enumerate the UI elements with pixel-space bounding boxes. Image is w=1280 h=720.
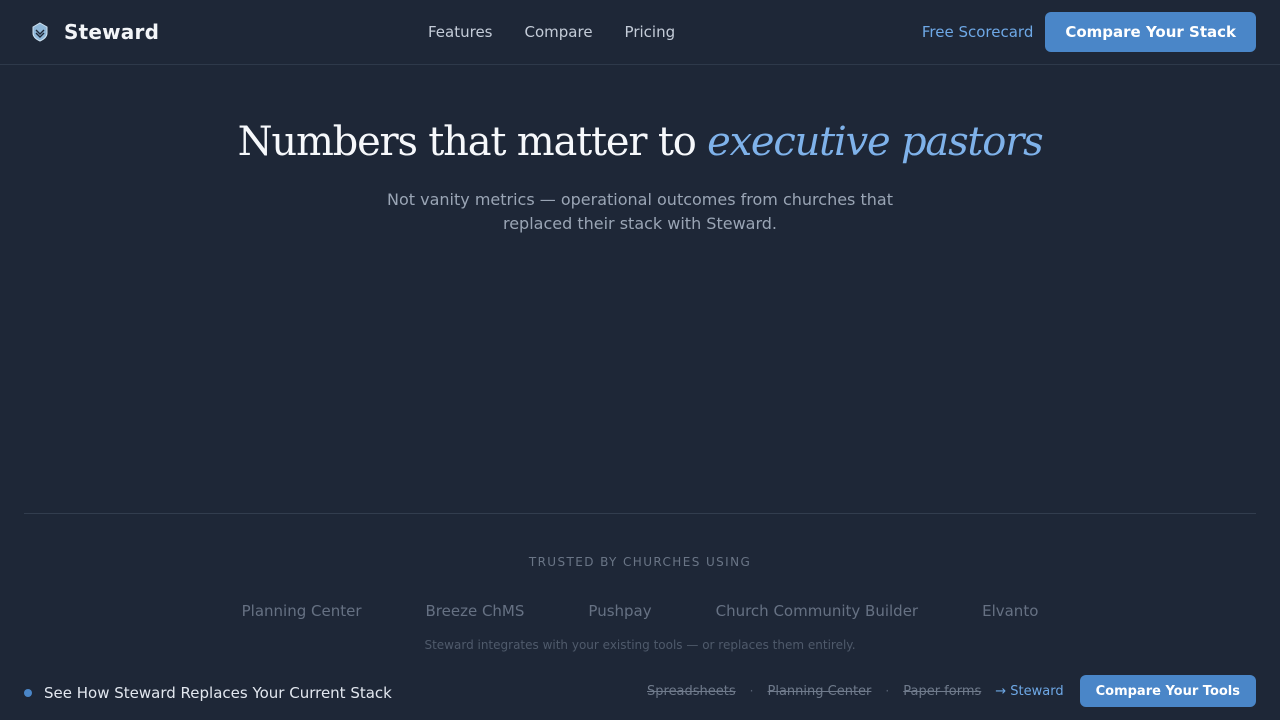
nav-pricing[interactable]: Pricing xyxy=(609,15,692,49)
separator-dot: · xyxy=(749,684,754,698)
page: Steward Features Compare Pricing Free Sc… xyxy=(0,0,1280,720)
section-divider xyxy=(24,513,1256,514)
logo-elvanto: Elvanto xyxy=(982,602,1039,620)
replacement-target: → Steward xyxy=(995,683,1064,699)
hero-title-main: Numbers that matter to xyxy=(237,119,708,165)
sticky-bottom-bar: See How Steward Replaces Your Current St… xyxy=(0,665,1280,720)
bottom-bar-title: See How Steward Replaces Your Current St… xyxy=(44,683,392,702)
brand-name: Steward xyxy=(64,20,160,44)
replaced-item-paper-forms: Paper forms xyxy=(903,683,982,699)
brand-link[interactable]: Steward xyxy=(30,20,159,44)
status-dot-icon xyxy=(24,688,32,697)
separator-dot: · xyxy=(885,684,890,698)
logo-church-community-builder: Church Community Builder xyxy=(715,602,919,620)
replaced-item-spreadsheets: Spreadsheets xyxy=(647,683,736,699)
nav-compare[interactable]: Compare xyxy=(509,15,609,49)
compare-stack-button[interactable]: Compare Your Stack xyxy=(1045,12,1256,52)
hero-subtitle: Not vanity metrics — operational outcome… xyxy=(387,190,893,233)
steward-logo-icon xyxy=(32,22,48,42)
trusted-logos: Planning Center Breeze ChMS Pushpay Chur… xyxy=(0,602,1280,620)
bottom-bar-left: See How Steward Replaces Your Current St… xyxy=(24,684,392,702)
hero-title-accent: executive pastors xyxy=(707,119,1044,165)
hero-section: Numbers that matter to executive pastors… xyxy=(0,116,1280,236)
logo-planning-center: Planning Center xyxy=(241,602,362,620)
replaced-item-planning-center: Planning Center xyxy=(767,683,872,699)
logo-pushpay: Pushpay xyxy=(588,602,652,620)
integrates-note: Steward integrates with your existing to… xyxy=(424,638,856,652)
header-actions: Free Scorecard Compare Your Stack xyxy=(922,12,1256,52)
nav-features[interactable]: Features xyxy=(412,15,509,49)
trusted-label: TRUSTED BY CHURCHES USING xyxy=(528,555,752,569)
bottom-bar-right: Spreadsheets · Planning Center · Paper f… xyxy=(647,675,1256,707)
logo-breeze-chms: Breeze ChMS xyxy=(425,602,525,620)
compare-tools-button[interactable]: Compare Your Tools xyxy=(1079,675,1256,707)
site-header: Steward Features Compare Pricing Free Sc… xyxy=(0,0,1280,65)
free-scorecard-link[interactable]: Free Scorecard xyxy=(922,23,1033,41)
hero-title: Numbers that matter to executive pastors xyxy=(0,116,1280,168)
main-nav: Features Compare Pricing xyxy=(412,0,691,64)
